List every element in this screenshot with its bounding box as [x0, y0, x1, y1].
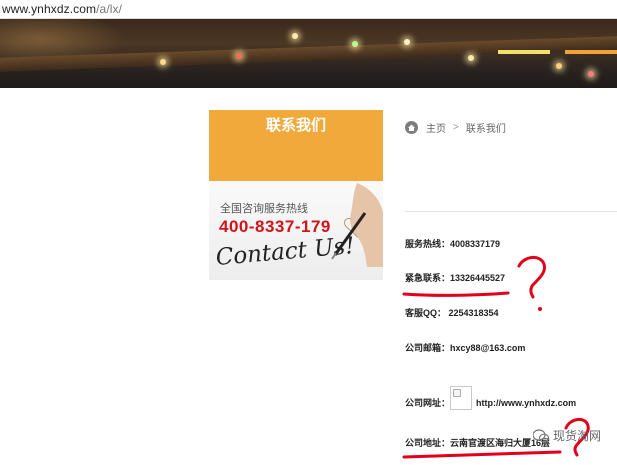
hand-pen-icon	[331, 183, 383, 267]
banner-accent-yellow	[498, 50, 550, 54]
company-address: 公司地址：云南官渡区海归大厦16层	[405, 438, 551, 448]
website-label: 公司网址：	[405, 398, 451, 408]
sidebar-title: 联系我们	[265, 117, 326, 134]
contact-card-image: 全国咨询服务热线 400-8337-179 Contact Us!	[209, 181, 383, 280]
home-icon	[405, 120, 418, 134]
banner-light	[292, 33, 298, 39]
banner-light	[352, 41, 358, 47]
broken-image-icon	[450, 386, 473, 410]
content-divider	[405, 211, 617, 212]
banner-light	[404, 39, 410, 45]
breadcrumb-separator: >	[453, 121, 459, 133]
question-mark-annotation	[517, 256, 547, 299]
underline-emergency	[402, 291, 510, 297]
company-email: 公司邮箱：hxcy88@163.com	[405, 343, 526, 353]
underline-address	[402, 450, 562, 459]
header-banner	[0, 19, 617, 88]
banner-light	[556, 63, 562, 69]
banner-light	[468, 55, 474, 61]
breadcrumb: 主页 > 联系我们	[405, 119, 506, 135]
banner-bridge	[0, 36, 617, 72]
hotline-number: 400-8337-179	[219, 217, 331, 236]
breadcrumb-home-link[interactable]: 主页	[426, 120, 446, 135]
emergency-contact: 紧急联系：13326445527	[405, 273, 506, 283]
url-text[interactable]: www.ynhxdz.com/a/lx/	[2, 2, 122, 16]
watermark: 现货淘网	[533, 427, 601, 444]
banner-accent-orange	[565, 50, 617, 54]
question-mark-dot	[538, 307, 542, 311]
breadcrumb-current: 联系我们	[465, 123, 506, 135]
banner-light	[236, 53, 242, 59]
banner-light	[588, 71, 594, 77]
wechat-icon	[533, 428, 549, 442]
sidebar-title-block: 联系我们	[209, 110, 383, 181]
address-bar[interactable]: www.ynhxdz.com/a/lx/	[0, 0, 617, 19]
service-hotline: 服务热线：4008337179	[405, 239, 501, 249]
hotline-label: 全国咨询服务热线	[220, 203, 308, 215]
website-url[interactable]: http://www.ynhxdz.com	[476, 398, 576, 408]
banner-light	[160, 59, 166, 65]
watermark-text: 现货淘网	[553, 429, 602, 443]
company-website: 公司网址： http://www.ynhxdz.com	[405, 386, 576, 410]
customer-qq: 客服QQ： 2254318354	[405, 308, 499, 318]
